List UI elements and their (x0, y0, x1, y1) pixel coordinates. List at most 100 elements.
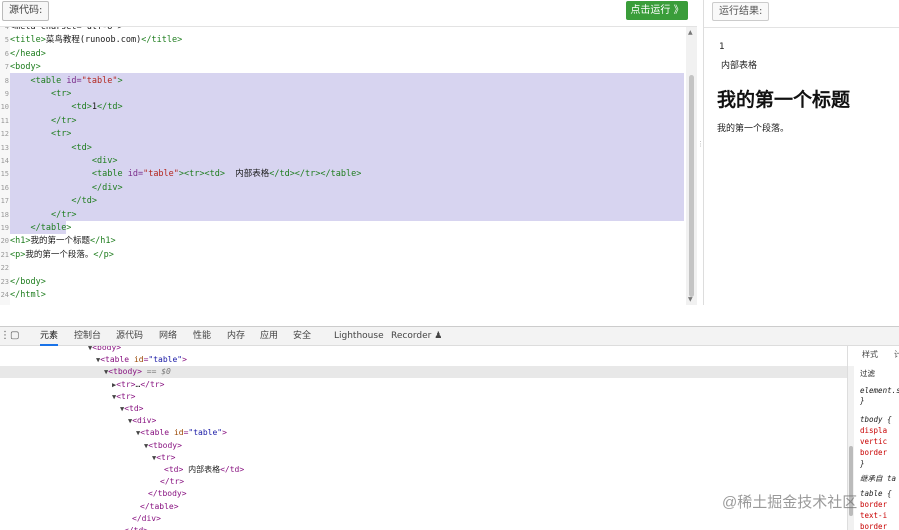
code-token: ><tr><td> (178, 169, 225, 180)
style-rule-line: text-i (860, 511, 888, 520)
code-token: <td> (71, 102, 92, 113)
devtools-tab[interactable]: Lighthouse (334, 327, 384, 346)
editor-scrollbar-thumb[interactable] (689, 75, 694, 297)
scroll-down-arrow-icon[interactable]: ▼ (688, 296, 693, 303)
style-rule-line: table { (860, 489, 892, 498)
code-token: </p> (93, 249, 114, 260)
devtools-tab[interactable]: 安全 (293, 327, 311, 346)
line-number: 9 (4, 90, 9, 98)
line-number: 7 (4, 63, 9, 72)
style-rule-line: element.s (860, 386, 899, 395)
dom-node-row[interactable]: ▼<body> (88, 346, 121, 354)
scroll-up-arrow-icon[interactable]: ▲ (688, 29, 693, 36)
dom-token: > (182, 355, 187, 365)
code-text-area[interactable]: 4<meta charset="utf-8"> 5<title>菜鸟教程(runo… (0, 27, 697, 305)
dom-node-row[interactable]: <td> 内部表格</td> (164, 464, 244, 476)
line-number: 8 (4, 76, 9, 85)
devtools-tab[interactable]: 应用 (260, 327, 278, 346)
line-number: 10 (0, 103, 9, 112)
dom-token: <tr> (116, 391, 136, 401)
code-line: 17 </td> (0, 195, 686, 208)
code-line: 9 <tr> (0, 88, 686, 101)
devtools-tab[interactable]: Recorder ♟ (391, 327, 442, 346)
style-rule-line: border (860, 522, 888, 530)
devtools-tab[interactable]: 控制台 (74, 327, 101, 346)
devtools-tab[interactable]: 网络 (159, 327, 177, 346)
watermark: @稀土掘金技术社区 (722, 494, 858, 511)
devtools-tab[interactable]: 内存 (227, 327, 245, 346)
code-token: id= (66, 75, 82, 86)
editor-vertical-scrollbar[interactable]: ▲ ▼ (686, 27, 697, 305)
dom-token: <table (140, 428, 174, 438)
code-token: <meta charset="utf-8"> (10, 27, 123, 32)
line-number: 17 (0, 197, 9, 206)
devtools-tab[interactable]: 源代码 (116, 327, 143, 346)
line-number: 23 (0, 277, 9, 286)
dom-token: <tbody> (148, 440, 182, 450)
line-number: 4 (4, 27, 9, 31)
dom-node-row[interactable]: ▼<td> (120, 403, 143, 415)
devtools-tab[interactable]: 元素 (40, 327, 59, 346)
dom-token: == $0 (141, 367, 171, 377)
elements-tree[interactable]: ▼<body> ▼<table id="table"> ▼<tbody> == $0… (0, 346, 847, 530)
code-line: 14 <div> (0, 155, 686, 168)
tab-styles[interactable]: 样式 (862, 349, 878, 360)
dom-node-row[interactable]: </div> (132, 513, 161, 525)
dom-node-row[interactable]: </tbody> (148, 488, 187, 500)
dom-token: </tbody> (148, 489, 187, 499)
dom-token: "table" (148, 355, 183, 365)
dom-node-row[interactable]: ▼<tr> (112, 391, 135, 403)
run-button[interactable]: 点击运行 》 (626, 1, 688, 20)
dom-node-row[interactable]: ▼<table id="table"> (96, 354, 187, 366)
dom-node-row[interactable]: </td> (124, 525, 148, 530)
code-token: <td> (71, 142, 92, 153)
dom-token: </tr> (140, 379, 165, 389)
code-editor-panel: 源代码: 点击运行 》 4<meta charset="utf-8"> 5<tit… (0, 0, 697, 305)
code-token: <title> (10, 35, 46, 46)
dom-token: <tbody> (108, 367, 142, 377)
code-line: 15 <table id="table"><tr><td> 内部表格</td><… (0, 168, 686, 181)
line-number: 16 (0, 183, 9, 192)
editor-toolbar (0, 0, 697, 27)
dom-node-row[interactable]: ▶<tr>…</tr> (112, 379, 164, 391)
code-line: 13 <td> (0, 142, 686, 155)
code-token: 菜鸟教程(runoob.com) (45, 35, 142, 46)
tab-computed[interactable]: 计 (894, 349, 899, 360)
style-rule-line: tbody { (860, 415, 892, 424)
code-line: 18 </tr> (0, 209, 686, 222)
dom-node-row[interactable]: ▼<table id="table"> (136, 427, 227, 439)
code-line: 11 </tr> (0, 115, 686, 128)
code-line: 4<meta charset="utf-8"> (0, 27, 686, 34)
line-number: 22 (0, 264, 9, 273)
code-line: 20<h1>我的第一个标题</h1> (0, 235, 686, 248)
code-line: 6</head> (0, 48, 686, 61)
inspect-element-icon[interactable]: ⋮ (0, 330, 10, 341)
dom-node-row[interactable]: </tr> (160, 476, 184, 488)
devtools-tab[interactable]: 性能 (193, 327, 211, 346)
code-line: 8 <table id="table"> (0, 75, 686, 88)
line-number: 12 (0, 130, 9, 139)
dom-node-row[interactable]: ▼<tbody> (144, 440, 182, 452)
dom-node-row[interactable]: ▼<tbody> == $0 (104, 366, 171, 378)
dom-node-row[interactable]: ▼<tr> (152, 452, 175, 464)
device-toolbar-icon[interactable]: ▢ (10, 330, 19, 341)
code-line: 16 </div> (0, 182, 686, 195)
source-code-button[interactable]: 源代码: (2, 1, 50, 21)
style-rule-line: displa (860, 426, 888, 435)
dom-node-row[interactable]: ▼<div> (128, 415, 156, 427)
code-token: <p> (10, 249, 26, 260)
dom-token: </td> (220, 465, 245, 474)
dom-token: 内部表格 (183, 465, 221, 474)
code-token: </head> (10, 48, 46, 59)
dom-node-row[interactable]: </table> (140, 501, 179, 513)
code-line: 22 (0, 262, 686, 275)
styles-filter-input[interactable]: 过滤 (860, 368, 875, 379)
code-token: <div> (91, 156, 118, 166)
result-label: 运行结果: (712, 2, 770, 21)
line-number: 13 (0, 143, 9, 152)
